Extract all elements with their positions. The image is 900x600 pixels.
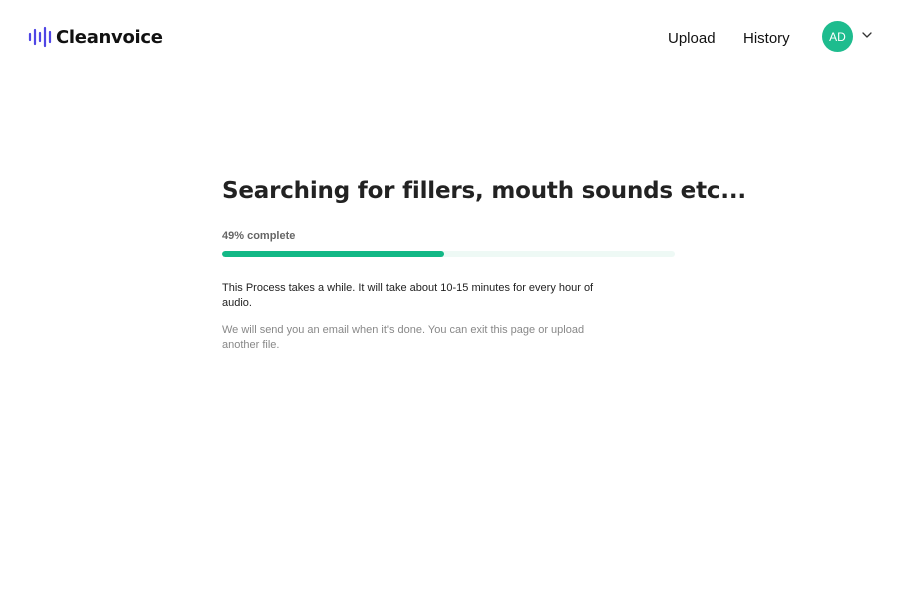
- nav-history-link[interactable]: History: [743, 30, 790, 47]
- processing-info-text: This Process takes a while. It will take…: [222, 282, 594, 309]
- waveform-icon: [28, 26, 52, 48]
- progress-bar: [222, 251, 675, 257]
- page-title: Searching for fillers, mouth sounds etc.…: [222, 178, 746, 204]
- processing-panel: Searching for fillers, mouth sounds etc.…: [222, 176, 746, 351]
- top-header: Cleanvoice Upload History AD: [0, 0, 900, 80]
- user-avatar[interactable]: AD: [822, 21, 853, 52]
- brand-name: Cleanvoice: [56, 26, 163, 48]
- progress-label: 49% complete: [222, 230, 296, 242]
- nav-upload-link[interactable]: Upload: [668, 30, 716, 47]
- progress-bar-fill: [222, 251, 444, 257]
- brand-logo[interactable]: Cleanvoice: [28, 26, 163, 48]
- chevron-down-icon[interactable]: [861, 31, 873, 39]
- email-notice-text: We will send you an email when it's done…: [222, 324, 585, 351]
